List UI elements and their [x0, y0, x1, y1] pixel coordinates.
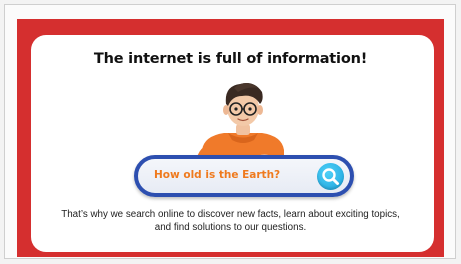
search-button[interactable]: [317, 163, 344, 190]
search-query-text: How old is the Earth?: [154, 169, 281, 181]
magnifier-icon: [322, 168, 339, 185]
card-title: The internet is full of information!: [93, 51, 368, 67]
caption-text: That’s why we search online to discover …: [61, 209, 400, 233]
search-bar[interactable]: How old is the Earth?: [134, 155, 354, 197]
